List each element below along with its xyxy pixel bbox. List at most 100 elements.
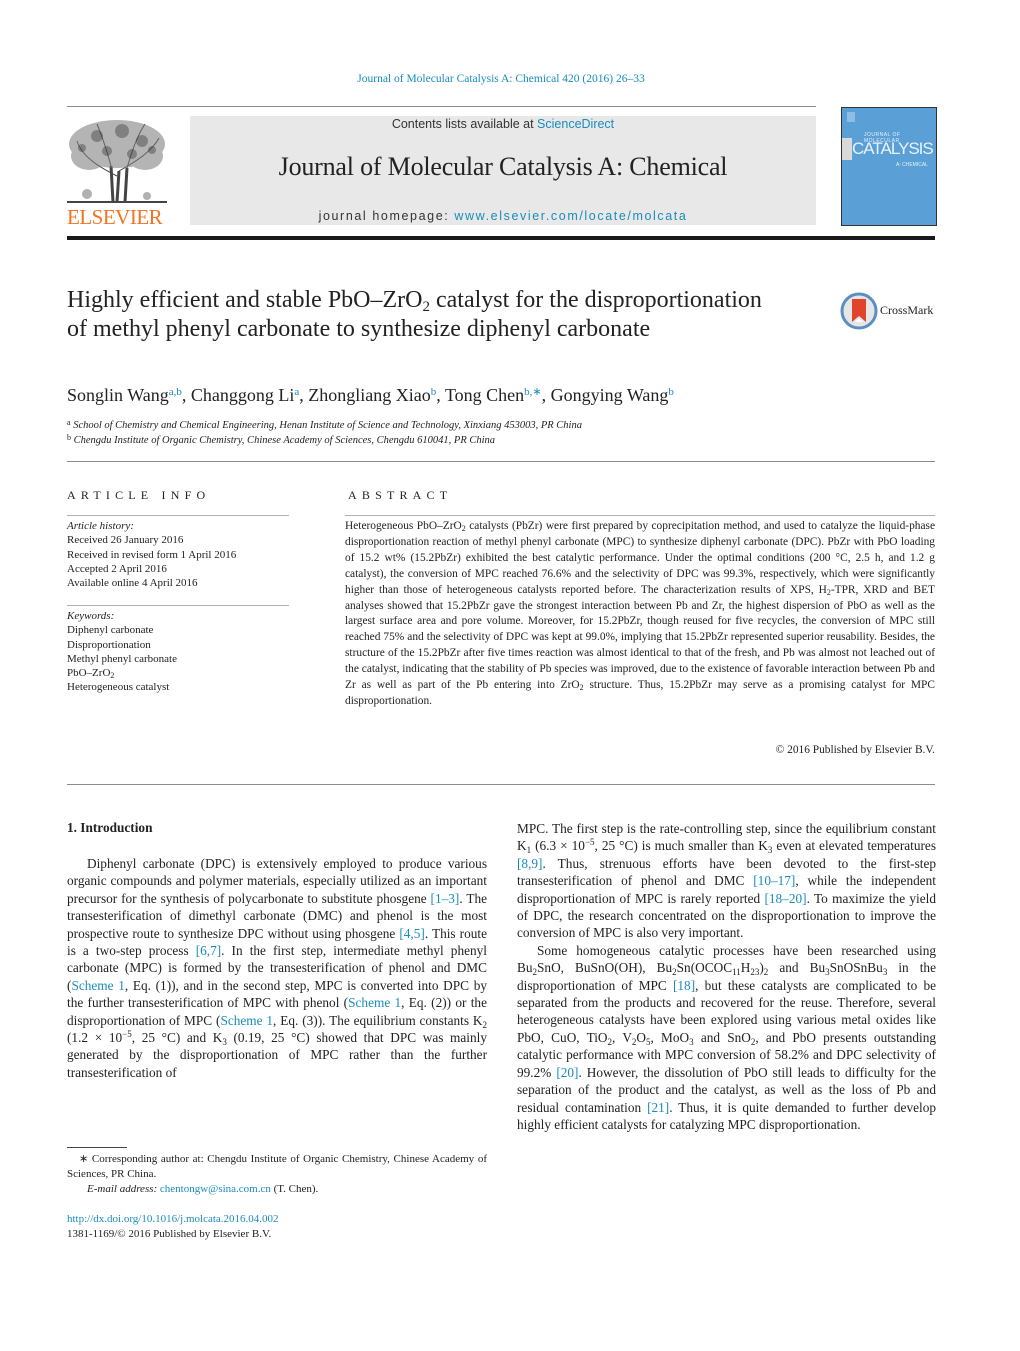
email-label: E-mail address: xyxy=(87,1182,160,1195)
scheme-reference-link[interactable]: Scheme 1 xyxy=(71,978,124,993)
scheme-reference-link[interactable]: Scheme 1 xyxy=(220,1013,273,1028)
author-affiliation-mark[interactable]: a,b xyxy=(169,386,182,398)
journal-cover-image[interactable]: JOURNAL OF MOLECULAR CATALYSIS A: CHEMIC… xyxy=(841,107,937,226)
keywords: Keywords: Diphenyl carbonate Disproporti… xyxy=(67,609,177,695)
citation-link[interactable]: [1–3] xyxy=(431,891,460,906)
journal-title: Journal of Molecular Catalysis A: Chemic… xyxy=(278,152,728,181)
text-run: and Bu xyxy=(768,960,826,976)
keyword-item: PbO–ZrO2 xyxy=(67,666,177,680)
cover-letter-block xyxy=(842,138,852,160)
sciencedirect-link[interactable]: ScienceDirect xyxy=(537,117,614,131)
keyword-item: Diphenyl carbonate xyxy=(67,624,154,637)
journal-reference-link[interactable]: Journal of Molecular Catalysis A: Chemic… xyxy=(0,73,1002,85)
affiliation-text: School of Chemistry and Chemical Enginee… xyxy=(73,420,582,431)
history-item: Available online 4 April 2016 xyxy=(67,577,198,590)
scheme-reference-link[interactable]: Scheme 1 xyxy=(348,995,401,1010)
author-affiliation-mark[interactable]: a xyxy=(294,386,299,398)
cover-badge xyxy=(847,112,855,122)
keyword-item: Methyl phenyl carbonate xyxy=(67,652,177,665)
text-run: and SnO xyxy=(693,1029,751,1045)
author-affiliation-mark[interactable]: b xyxy=(431,386,437,398)
author-affiliation-mark[interactable]: b xyxy=(668,386,674,398)
text-run: (1.2 × 10 xyxy=(67,1030,123,1046)
author-name[interactable]: Zhongliang Xiao xyxy=(308,385,430,405)
history-item: Received in revised form 1 April 2016 xyxy=(67,548,237,561)
divider xyxy=(67,605,289,606)
homepage-line: journal homepage: www.elsevier.com/locat… xyxy=(190,209,816,223)
crossmark-icon xyxy=(840,292,878,330)
history-label: Article history: xyxy=(67,520,134,532)
superscript: −5 xyxy=(122,1029,132,1040)
text-run: H xyxy=(740,960,751,976)
text-run: , 25 °C) and K xyxy=(131,1030,223,1046)
contents-line: Contents lists available at ScienceDirec… xyxy=(190,117,816,131)
text-run: O xyxy=(636,1029,647,1045)
article-info-heading: ARTICLE INFO xyxy=(67,488,211,502)
author-name[interactable]: Songlin Wang xyxy=(67,385,169,405)
header-thick-divider xyxy=(67,236,935,240)
divider xyxy=(67,784,935,785)
cover-chem: A: CHEMICAL xyxy=(896,162,928,168)
paragraph: MPC. The first step is the rate-controll… xyxy=(517,820,936,942)
article-title: Highly efficient and stable PbO–ZrO2 cat… xyxy=(67,286,787,344)
text-run: Sn(OCOC xyxy=(676,960,733,976)
affiliation-mark: b xyxy=(67,433,71,442)
history-item: Received 26 January 2016 xyxy=(67,534,184,547)
affiliation-b: b Chengdu Institute of Organic Chemistry… xyxy=(67,433,495,446)
issn-copyright: 1381-1169/© 2016 Published by Elsevier B… xyxy=(67,1228,272,1240)
text-run: SnO, BuSnO(OH), Bu xyxy=(537,960,673,976)
homepage-link[interactable]: www.elsevier.com/locate/molcata xyxy=(454,209,687,223)
title-subscript: 2 xyxy=(422,299,430,315)
text-run: Diphenyl carbonate (DPC) is extensively … xyxy=(67,856,487,906)
elsevier-wordmark: ELSEVIER xyxy=(67,205,163,229)
divider xyxy=(67,106,816,107)
abstract-text: Heterogeneous PbO–ZrO2 catalysts (PbZr) … xyxy=(345,519,935,710)
author-list: Songlin Wanga,b, Changgong Lia, Zhonglia… xyxy=(67,385,674,405)
keyword-text: PbO–ZrO xyxy=(67,667,111,680)
citation-link[interactable]: [4,5] xyxy=(399,926,424,941)
body-column-left: Diphenyl carbonate (DPC) is extensively … xyxy=(67,855,487,1081)
citation-link[interactable]: [20] xyxy=(556,1065,578,1080)
abstract-copyright: © 2016 Published by Elsevier B.V. xyxy=(775,744,935,756)
author-name[interactable]: Tong Chen xyxy=(445,385,524,405)
footnote-divider xyxy=(67,1147,127,1148)
abstract-segment: Heterogeneous PbO–ZrO xyxy=(345,520,462,532)
citation-link[interactable]: [6,7] xyxy=(196,943,221,958)
email-link[interactable]: chentongw@sina.com.cn xyxy=(160,1183,271,1195)
subscript: 11 xyxy=(732,967,741,978)
affiliation-text: Chengdu Institute of Organic Chemistry, … xyxy=(73,435,496,446)
citation-link[interactable]: [10–17] xyxy=(753,873,795,888)
text-run: , MoO xyxy=(650,1029,690,1045)
text-run: (6.3 × 10 xyxy=(531,838,585,854)
keyword-item: Disproportionation xyxy=(67,638,151,651)
citation-link[interactable]: [18–20] xyxy=(764,891,806,906)
journal-header-band: Contents lists available at ScienceDirec… xyxy=(190,116,816,225)
corresponding-author-note: ∗ Corresponding author at: Chengdu Insti… xyxy=(67,1153,487,1180)
divider xyxy=(67,515,289,516)
doi-link[interactable]: http://dx.doi.org/10.1016/j.molcata.2016… xyxy=(67,1212,279,1227)
paragraph: Some homogeneous catalytic processes hav… xyxy=(517,942,936,1133)
footnote: ∗ Corresponding author at: Chengdu Insti… xyxy=(67,1152,487,1196)
affiliation-a: a School of Chemistry and Chemical Engin… xyxy=(67,418,582,431)
title-text: Highly efficient and stable PbO–ZrO xyxy=(67,287,423,313)
crossmark-label[interactable]: CrossMark xyxy=(880,303,933,318)
section-heading-introduction: 1. Introduction xyxy=(67,820,153,835)
email-line: E-mail address: chentongw@sina.com.cn (T… xyxy=(67,1182,487,1197)
abstract-segment: -TPR, XRD and BET analyses showed that 1… xyxy=(345,583,935,692)
subscript: 2 xyxy=(110,671,115,681)
superscript: −5 xyxy=(584,837,595,848)
author-affiliation-mark[interactable]: b,∗ xyxy=(524,386,541,398)
paragraph: Diphenyl carbonate (DPC) is extensively … xyxy=(67,855,487,1081)
citation-link[interactable]: [8,9] xyxy=(517,856,542,871)
author-name[interactable]: Gongying Wang xyxy=(551,385,669,405)
text-run: , V xyxy=(612,1029,632,1045)
abstract-heading: ABSTRACT xyxy=(348,488,453,502)
affiliation-mark: a xyxy=(67,418,71,427)
keywords-label: Keywords: xyxy=(67,610,115,622)
author-name[interactable]: Changgong Li xyxy=(191,385,295,405)
citation-link[interactable]: [21] xyxy=(647,1100,669,1115)
text-run: , 25 °C) is much smaller than K xyxy=(594,838,768,854)
subscript: 23 xyxy=(750,967,760,978)
citation-link[interactable]: [18] xyxy=(673,978,695,993)
email-suffix: (T. Chen). xyxy=(270,1182,319,1195)
